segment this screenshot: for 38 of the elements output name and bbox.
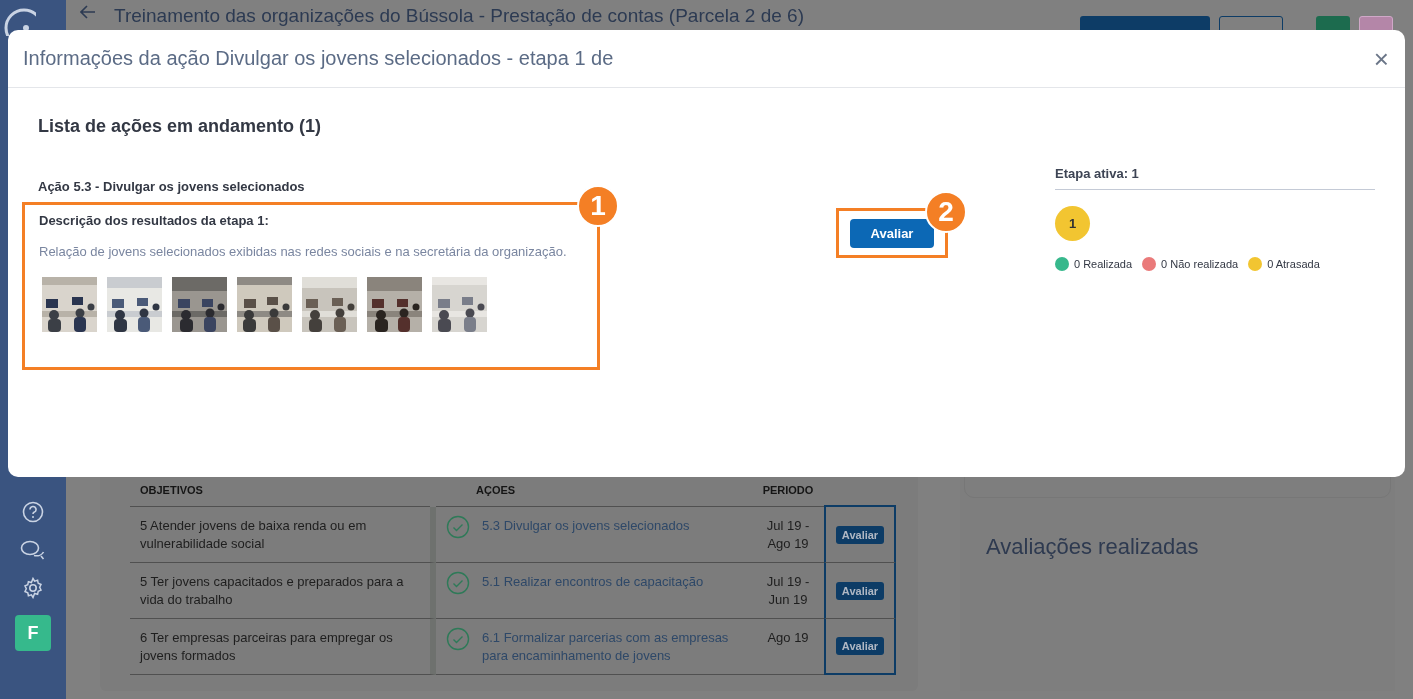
- description-label: Descrição dos resultados da etapa 1:: [39, 213, 270, 228]
- list-heading: Lista de ações em andamento (1): [38, 116, 323, 137]
- back-arrow-icon[interactable]: [80, 5, 96, 19]
- active-step-label: Etapa ativa: 1: [1055, 166, 1375, 190]
- period-text: Jul 19 - Ago 19: [766, 518, 810, 551]
- settings-icon[interactable]: [22, 577, 44, 599]
- close-button[interactable]: ×: [1369, 45, 1393, 72]
- action-link[interactable]: 5.3 Divulgar os jovens selecionados: [482, 515, 690, 535]
- action-link[interactable]: 6.1 Formalizar parcerias com as empresas para encaminhamento de jovens: [482, 627, 742, 665]
- column-header: PERIODO: [752, 484, 824, 507]
- legend-label: 0 Realizada: [1074, 258, 1133, 270]
- check-circle-icon: [446, 571, 470, 595]
- user-avatar[interactable]: F: [15, 615, 51, 651]
- description-text: Relação de jovens selecionados exibidas nas redes sociais e na secretária da organização.: [39, 244, 568, 259]
- page-title: Treinamento das organizações do Bússola - Prestação de contas (Parcela 2 de 6): [114, 5, 804, 27]
- evaluate-button[interactable]: Avaliar: [850, 218, 934, 248]
- evaluations-title: Avaliações realizadas: [986, 534, 1200, 560]
- period-text: Jul 19 - Jun 19: [766, 574, 810, 607]
- column-header: OBJETIVOS: [130, 484, 430, 507]
- callout-number: 2: [925, 191, 967, 233]
- objective-text: 6 Ter empresas parceiras para empregar os jovens formados: [140, 630, 393, 663]
- action-title: Ação 5.3 - Divulgar os jovens selecionados: [38, 179, 306, 194]
- evaluate-button[interactable]: Avaliar: [835, 637, 885, 655]
- column-header: AÇOES: [436, 484, 752, 507]
- help-icon[interactable]: [22, 501, 44, 523]
- objective-text: 5 Ter jovens capacitados e preparados para a vida do trabalho: [140, 574, 404, 607]
- legend-label: 0 Não realizada: [1161, 258, 1239, 270]
- logo-icon: [2, 6, 36, 36]
- step-badge: 1: [1055, 206, 1090, 241]
- check-circle-icon: [446, 515, 470, 539]
- objective-text: 5 Atender jovens de baixa renda ou em vulnerabilidade social: [140, 518, 367, 551]
- evaluate-button[interactable]: Avaliar: [835, 525, 885, 544]
- dialog-title: Informações da ação Divulgar os jovens selecionados - etapa 1 de: [23, 47, 614, 70]
- period-text: Ago 19: [767, 630, 809, 645]
- callout-number: 1: [577, 185, 619, 227]
- check-circle-icon: [446, 627, 470, 651]
- evaluate-button[interactable]: Avaliar: [835, 581, 885, 600]
- legend-label: 0 Atrasada: [1267, 258, 1320, 270]
